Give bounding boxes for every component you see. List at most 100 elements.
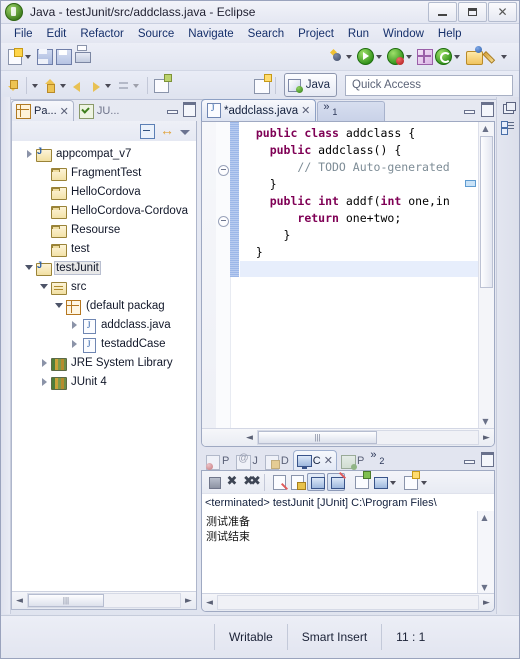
scroll-right-icon[interactable]: ► — [479, 430, 494, 445]
previous-annotation-icon[interactable] — [43, 78, 58, 93]
maximize-console-icon[interactable] — [480, 451, 494, 467]
console-horizontal-scrollbar[interactable]: ◄ ► — [202, 593, 494, 611]
tree-twisty-icon[interactable] — [24, 148, 35, 159]
scroll-right-icon[interactable]: ► — [479, 595, 494, 610]
minimize-console-icon[interactable] — [462, 451, 476, 465]
forward-icon[interactable] — [88, 78, 103, 93]
menu-search[interactable]: Search — [241, 26, 291, 42]
close-icon[interactable]: ✕ — [301, 104, 310, 117]
coverage-dropdown-icon[interactable] — [405, 48, 414, 65]
run-dropdown-icon[interactable] — [375, 48, 384, 65]
menu-run[interactable]: Run — [341, 26, 376, 42]
close-button[interactable]: ✕ — [488, 2, 517, 22]
editor-horizontal-scrollbar[interactable]: ◄ ||| ► — [202, 428, 494, 446]
run-icon[interactable] — [357, 48, 374, 65]
scroll-lock-icon[interactable] — [289, 474, 305, 490]
package-explorer-tree[interactable]: appcompat_v7 FragmentTest HelloCordova Hell… — [12, 141, 196, 591]
console-tab-c-console[interactable]: C ✕ — [292, 450, 337, 470]
annotation-dropdown-icon[interactable] — [500, 48, 509, 65]
remove-launch-icon[interactable]: ✖ — [224, 474, 240, 490]
editor-folding-ruler[interactable] — [216, 122, 231, 428]
tree-item[interactable]: testaddCase — [12, 334, 196, 353]
scroll-thumb[interactable]: ||| — [258, 431, 377, 444]
tree-item[interactable]: JRE System Library — [12, 353, 196, 372]
menu-window[interactable]: Window — [376, 26, 431, 42]
tree-horizontal-scrollbar[interactable]: ◄ ||| ► — [12, 591, 196, 609]
scroll-left-icon[interactable]: ◄ — [12, 593, 27, 608]
tree-item[interactable]: (default packag — [12, 296, 196, 315]
show-console-on-output-icon[interactable] — [327, 473, 345, 491]
perspective-java-button[interactable]: Java — [283, 73, 337, 97]
tree-item[interactable]: JUnit 4 — [12, 372, 196, 391]
fold-collapse-icon-2[interactable] — [218, 216, 229, 227]
console-tab-overflow[interactable]: » 2 — [368, 449, 390, 470]
open-type-icon[interactable] — [465, 48, 483, 65]
menu-refactor[interactable]: Refactor — [73, 26, 130, 42]
run-coverage-icon[interactable] — [387, 48, 404, 65]
tab-addclass-java[interactable]: *addclass.java ✕ — [201, 99, 317, 121]
save-icon[interactable] — [36, 48, 53, 65]
collapse-all-icon[interactable] — [140, 123, 155, 139]
tree-twisty-icon[interactable] — [54, 300, 65, 311]
close-icon[interactable]: ✕ — [324, 454, 333, 467]
tree-twisty-icon[interactable] — [39, 281, 50, 292]
menu-navigate[interactable]: Navigate — [181, 26, 240, 42]
scroll-track[interactable]: ||| — [257, 430, 479, 445]
save-all-icon[interactable] — [55, 48, 72, 65]
menu-help[interactable]: Help — [431, 26, 469, 42]
console-tab-p-problems[interactable]: P — [203, 451, 232, 470]
scroll-left-icon[interactable]: ◄ — [242, 430, 257, 445]
maximize-view-icon[interactable] — [182, 101, 196, 117]
console-tab-p-progress[interactable]: P — [338, 451, 367, 470]
tree-item[interactable]: FragmentTest — [12, 163, 196, 182]
editor-annotation-ruler[interactable] — [202, 122, 229, 428]
open-perspective-icon[interactable] — [253, 77, 270, 94]
new-wizard-dropdown-icon[interactable] — [24, 48, 33, 65]
external-tools-icon[interactable] — [435, 48, 452, 65]
tree-item[interactable]: test — [12, 239, 196, 258]
console-vertical-scrollbar[interactable]: ▲ ▼ — [477, 511, 494, 594]
scroll-thumb[interactable]: ||| — [28, 594, 104, 607]
maximize-editor-icon[interactable] — [480, 101, 494, 117]
link-with-editor-icon[interactable] — [160, 122, 174, 138]
tree-twisty-icon[interactable] — [39, 357, 50, 368]
menu-file[interactable]: File — [7, 26, 40, 42]
scroll-track[interactable] — [217, 595, 479, 610]
tab-package-explorer[interactable]: Pa... ✕ — [11, 100, 74, 121]
tree-twisty-icon[interactable] — [24, 262, 35, 273]
menu-project[interactable]: Project — [291, 26, 341, 42]
scroll-track[interactable]: ||| — [27, 593, 181, 608]
restore-button[interactable] — [458, 2, 487, 22]
tree-item[interactable]: HelloCordova — [12, 182, 196, 201]
tree-twisty-icon[interactable] — [69, 338, 80, 349]
tree-item[interactable]: addclass.java — [12, 315, 196, 334]
clear-console-icon[interactable] — [271, 474, 287, 490]
new-console-view-icon[interactable] — [402, 474, 418, 490]
next-annotation-icon[interactable] — [6, 78, 21, 93]
tab-junit[interactable]: JU... — [74, 100, 125, 121]
back-icon[interactable] — [71, 78, 86, 93]
minimize-view-icon[interactable] — [165, 101, 179, 115]
new-window-icon[interactable] — [153, 77, 170, 94]
view-menu-icon[interactable] — [179, 125, 192, 138]
scroll-right-icon[interactable]: ► — [181, 593, 196, 608]
console-tab-d-declaration[interactable]: D — [262, 451, 292, 470]
new-console-dropdown-icon[interactable] — [420, 474, 429, 491]
minimize-button[interactable] — [428, 2, 457, 22]
scroll-up-icon[interactable]: ▲ — [478, 511, 491, 524]
annotation-icon[interactable] — [484, 49, 499, 64]
tree-item[interactable]: src — [12, 277, 196, 296]
debug-dropdown-icon[interactable] — [345, 48, 354, 65]
debug-icon[interactable] — [329, 49, 344, 64]
quick-access-input[interactable]: Quick Access — [345, 74, 513, 96]
close-icon[interactable]: ✕ — [60, 105, 69, 118]
tree-item[interactable]: HelloCordova-Cordova — [12, 201, 196, 220]
tree-twisty-icon[interactable] — [39, 376, 50, 387]
editor-vscroll-thumb[interactable] — [480, 136, 493, 288]
scroll-left-icon[interactable]: ◄ — [202, 595, 217, 610]
scroll-down-icon[interactable]: ▼ — [479, 415, 492, 428]
display-selected-console-icon[interactable] — [371, 474, 388, 490]
editor-tab-overflow[interactable]: » 1 — [317, 101, 386, 121]
pin-console-icon[interactable] — [307, 473, 325, 491]
minimize-editor-icon[interactable] — [462, 101, 476, 115]
